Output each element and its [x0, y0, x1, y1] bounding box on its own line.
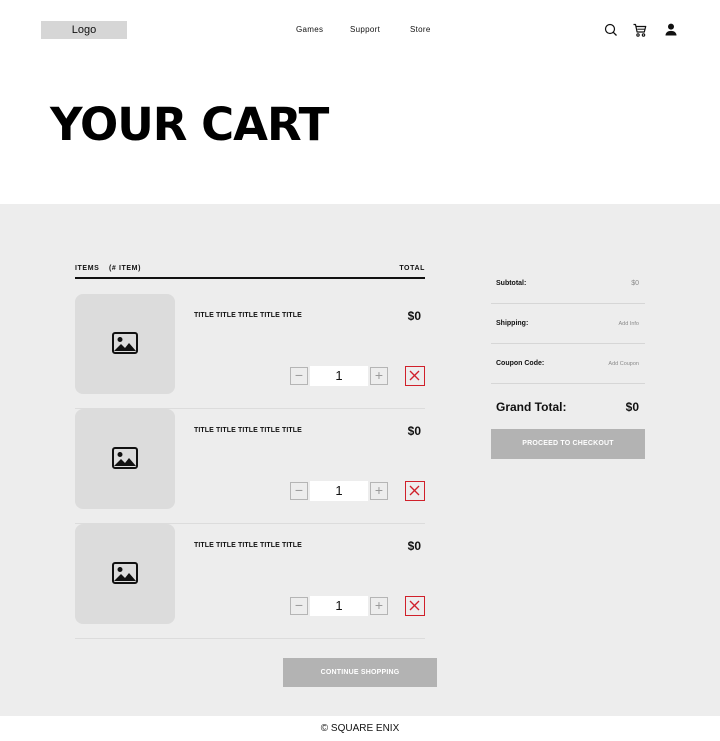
- item-price: $0: [407, 309, 421, 323]
- user-icon[interactable]: [663, 22, 679, 38]
- image-placeholder-icon: [112, 447, 138, 469]
- close-icon: [409, 370, 420, 381]
- qty-decrease-button[interactable]: −: [290, 482, 308, 500]
- item-title[interactable]: TITLE TITLE TITLE TITLE TITLE: [194, 312, 302, 319]
- page-title: YOUR CART: [50, 98, 329, 151]
- close-icon: [409, 600, 420, 611]
- qty-input[interactable]: 1: [310, 366, 368, 386]
- cart-section: ITEMS (# ITEM) TOTAL TITLE TITLE TITLE T…: [0, 204, 720, 716]
- remove-item-button[interactable]: [405, 366, 425, 386]
- order-summary: Subtotal: $0 Shipping: Add Info Coupon C…: [491, 264, 645, 459]
- grand-total-row: Grand Total: $0: [491, 384, 645, 430]
- product-image[interactable]: [75, 409, 175, 509]
- qty-decrease-button[interactable]: −: [290, 367, 308, 385]
- item-title[interactable]: TITLE TITLE TITLE TITLE TITLE: [194, 542, 302, 549]
- image-placeholder-icon: [112, 562, 138, 584]
- item-price: $0: [407, 424, 421, 438]
- logo[interactable]: Logo: [41, 21, 127, 39]
- cart-item: TITLE TITLE TITLE TITLE TITLE $0 − 1 +: [75, 294, 425, 409]
- coupon-row: Coupon Code: Add Coupon: [491, 344, 645, 384]
- footer-copyright: © SQUARE ENIX: [320, 723, 400, 734]
- total-label: TOTAL: [399, 265, 425, 272]
- item-price: $0: [407, 539, 421, 553]
- item-title[interactable]: TITLE TITLE TITLE TITLE TITLE: [194, 427, 302, 434]
- subtotal-value: $0: [631, 280, 639, 287]
- items-label: ITEMS: [75, 265, 100, 272]
- nav-support[interactable]: Support: [350, 25, 380, 34]
- continue-shopping-button[interactable]: CONTINUE SHOPPING: [283, 658, 437, 687]
- shipping-row: Shipping: Add Info: [491, 304, 645, 344]
- subtotal-row: Subtotal: $0: [491, 264, 645, 304]
- qty-increase-button[interactable]: +: [370, 482, 388, 500]
- nav-store[interactable]: Store: [410, 25, 431, 34]
- close-icon: [409, 485, 420, 496]
- cart-item: TITLE TITLE TITLE TITLE TITLE $0 − 1 +: [75, 409, 425, 524]
- qty-increase-button[interactable]: +: [370, 367, 388, 385]
- cart-icon[interactable]: [632, 22, 648, 38]
- product-image[interactable]: [75, 524, 175, 624]
- nav-games[interactable]: Games: [296, 25, 323, 34]
- cart-item: TITLE TITLE TITLE TITLE TITLE $0 − 1 +: [75, 524, 425, 639]
- product-image[interactable]: [75, 294, 175, 394]
- grand-total-value: $0: [625, 400, 639, 414]
- shipping-label: Shipping:: [496, 320, 529, 327]
- grand-total-label: Grand Total:: [496, 400, 567, 414]
- add-coupon-link[interactable]: Add Coupon: [608, 361, 639, 367]
- site-header: Logo Games Support Store: [0, 0, 720, 60]
- qty-decrease-button[interactable]: −: [290, 597, 308, 615]
- items-header: ITEMS (# ITEM) TOTAL: [75, 265, 425, 279]
- shipping-add-info-link[interactable]: Add Info: [619, 321, 640, 327]
- items-count: (# ITEM): [109, 265, 142, 272]
- remove-item-button[interactable]: [405, 481, 425, 501]
- checkout-button[interactable]: PROCEED TO CHECKOUT: [491, 429, 645, 459]
- qty-input[interactable]: 1: [310, 596, 368, 616]
- coupon-label: Coupon Code:: [496, 360, 545, 367]
- remove-item-button[interactable]: [405, 596, 425, 616]
- search-icon[interactable]: [603, 22, 619, 38]
- subtotal-label: Subtotal:: [496, 280, 527, 287]
- qty-input[interactable]: 1: [310, 481, 368, 501]
- qty-increase-button[interactable]: +: [370, 597, 388, 615]
- image-placeholder-icon: [112, 332, 138, 354]
